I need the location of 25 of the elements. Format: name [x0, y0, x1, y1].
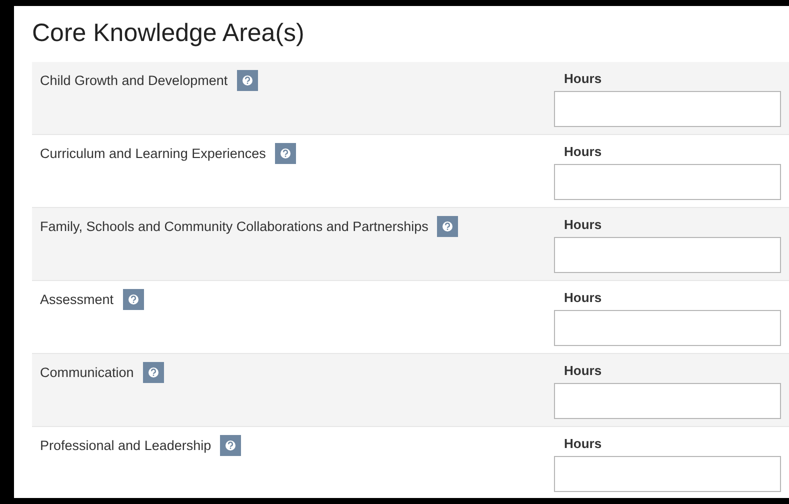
help-icon[interactable] — [220, 435, 242, 456]
hours-label: Hours — [564, 217, 602, 233]
hours-input[interactable] — [554, 164, 781, 200]
help-icon[interactable] — [236, 70, 258, 91]
hours-input[interactable] — [554, 383, 781, 419]
hours-input[interactable] — [554, 456, 781, 492]
hours-label: Hours — [564, 71, 602, 87]
help-icon[interactable] — [122, 289, 144, 310]
hours-label: Hours — [564, 144, 602, 160]
area-label: Professional and Leadership — [40, 437, 212, 455]
help-icon[interactable] — [274, 143, 296, 164]
hours-label: Hours — [564, 290, 602, 306]
hours-input[interactable] — [554, 237, 781, 273]
area-label: Curriculum and Learning Experiences — [40, 145, 266, 163]
area-label: Child Growth and Development — [40, 72, 228, 90]
hours-label: Hours — [564, 363, 602, 379]
hours-label: Hours — [564, 436, 602, 452]
area-label: Communication — [40, 364, 134, 382]
help-icon[interactable] — [142, 362, 164, 383]
hours-input[interactable] — [554, 91, 781, 127]
help-icon[interactable] — [437, 216, 458, 237]
section-title: Core Knowledge Area(s) — [32, 18, 306, 49]
hours-input[interactable] — [554, 310, 781, 346]
area-label: Family, Schools and Community Collaborations and Partnerships — [40, 218, 428, 236]
area-label: Assessment — [40, 291, 114, 309]
